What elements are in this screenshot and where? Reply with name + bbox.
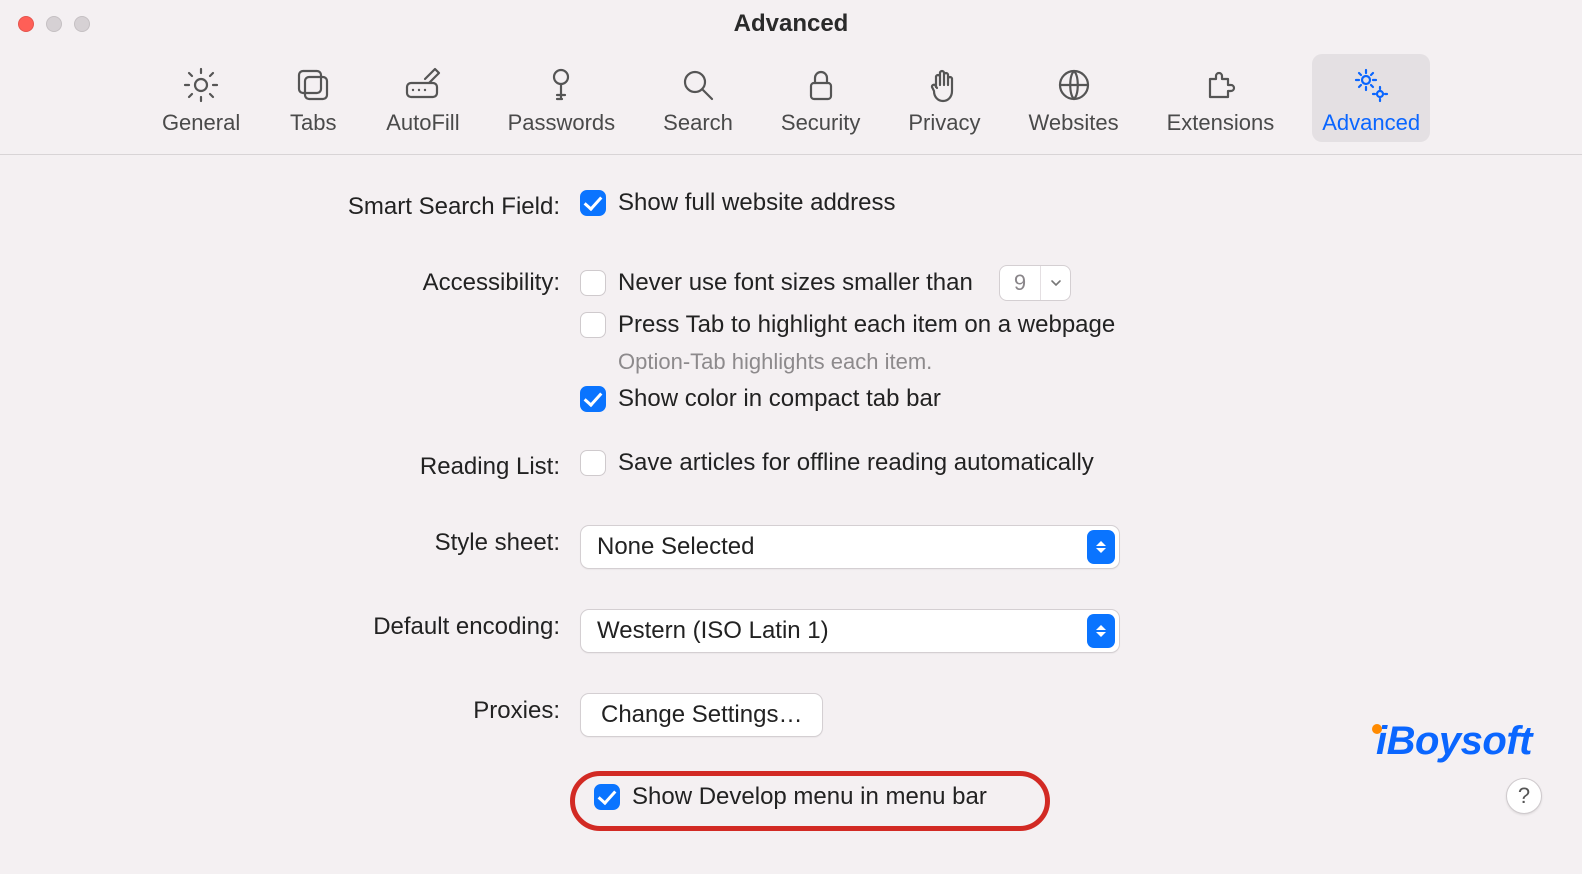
key-icon [540,64,582,106]
min-font-label: Never use font sizes smaller than [618,269,973,297]
gears-icon [1350,64,1392,106]
updown-stepper-icon [1087,530,1115,564]
tab-passwords[interactable]: Passwords [498,54,626,142]
show-develop-menu-checkbox[interactable] [594,784,620,810]
tab-tabs[interactable]: Tabs [278,54,348,142]
globe-icon [1053,64,1095,106]
pencil-field-icon [402,64,444,106]
show-full-address-checkbox[interactable] [580,190,606,216]
titlebar: Advanced [0,0,1582,48]
min-font-checkbox[interactable] [580,270,606,296]
lock-icon [800,64,842,106]
gear-icon [180,64,222,106]
preferences-toolbar: General Tabs AutoFill Passwords Search S… [0,48,1582,155]
tab-privacy[interactable]: Privacy [898,54,990,142]
smart-search-label: Smart Search Field: [0,189,560,221]
compact-color-label: Show color in compact tab bar [618,385,941,413]
tab-label: Extensions [1167,110,1275,136]
advanced-pane: Smart Search Field: Show full website ad… [0,155,1582,817]
min-font-size-combo[interactable]: 9 [999,265,1071,301]
watermark-logo: iBoysoft [1366,719,1532,764]
search-icon [677,64,719,106]
tab-label: General [162,110,240,136]
style-sheet-popup[interactable]: None Selected [580,525,1120,569]
tab-websites[interactable]: Websites [1019,54,1129,142]
close-button[interactable] [18,16,34,32]
tab-label: Security [781,110,860,136]
tab-label: AutoFill [386,110,459,136]
accessibility-label: Accessibility: [0,265,560,297]
updown-stepper-icon [1087,614,1115,648]
show-develop-menu-label: Show Develop menu in menu bar [632,783,987,811]
default-encoding-value: Western (ISO Latin 1) [597,617,829,645]
maximize-button[interactable] [74,16,90,32]
tab-search[interactable]: Search [653,54,743,142]
tab-general[interactable]: General [152,54,250,142]
tab-label: Search [663,110,733,136]
change-proxy-settings-button[interactable]: Change Settings… [580,693,823,737]
tab-extensions[interactable]: Extensions [1157,54,1285,142]
tab-advanced[interactable]: Advanced [1312,54,1430,142]
puzzle-icon [1199,64,1241,106]
default-encoding-popup[interactable]: Western (ISO Latin 1) [580,609,1120,653]
tab-label: Websites [1029,110,1119,136]
offline-reading-label: Save articles for offline reading automa… [618,449,1094,477]
tab-autofill[interactable]: AutoFill [376,54,469,142]
offline-reading-checkbox[interactable] [580,450,606,476]
style-sheet-value: None Selected [597,533,754,561]
minimize-button[interactable] [46,16,62,32]
reading-list-label: Reading List: [0,449,560,481]
traffic-lights [18,16,90,32]
min-font-size-value: 9 [1000,270,1040,296]
press-tab-label: Press Tab to highlight each item on a we… [618,311,1115,339]
default-encoding-label: Default encoding: [0,609,560,641]
style-sheet-label: Style sheet: [0,525,560,557]
compact-color-checkbox[interactable] [580,386,606,412]
tab-label: Passwords [508,110,616,136]
tab-label: Privacy [908,110,980,136]
tab-label: Advanced [1322,110,1420,136]
tab-security[interactable]: Security [771,54,870,142]
tabs-icon [292,64,334,106]
proxies-label: Proxies: [0,693,560,725]
help-button[interactable]: ? [1506,778,1542,814]
hand-icon [923,64,965,106]
option-tab-hint: Option-Tab highlights each item. [618,349,932,375]
tab-label: Tabs [290,110,336,136]
window-title: Advanced [0,10,1582,38]
show-full-address-label: Show full website address [618,189,895,217]
chevron-down-icon [1040,266,1070,300]
press-tab-checkbox[interactable] [580,312,606,338]
